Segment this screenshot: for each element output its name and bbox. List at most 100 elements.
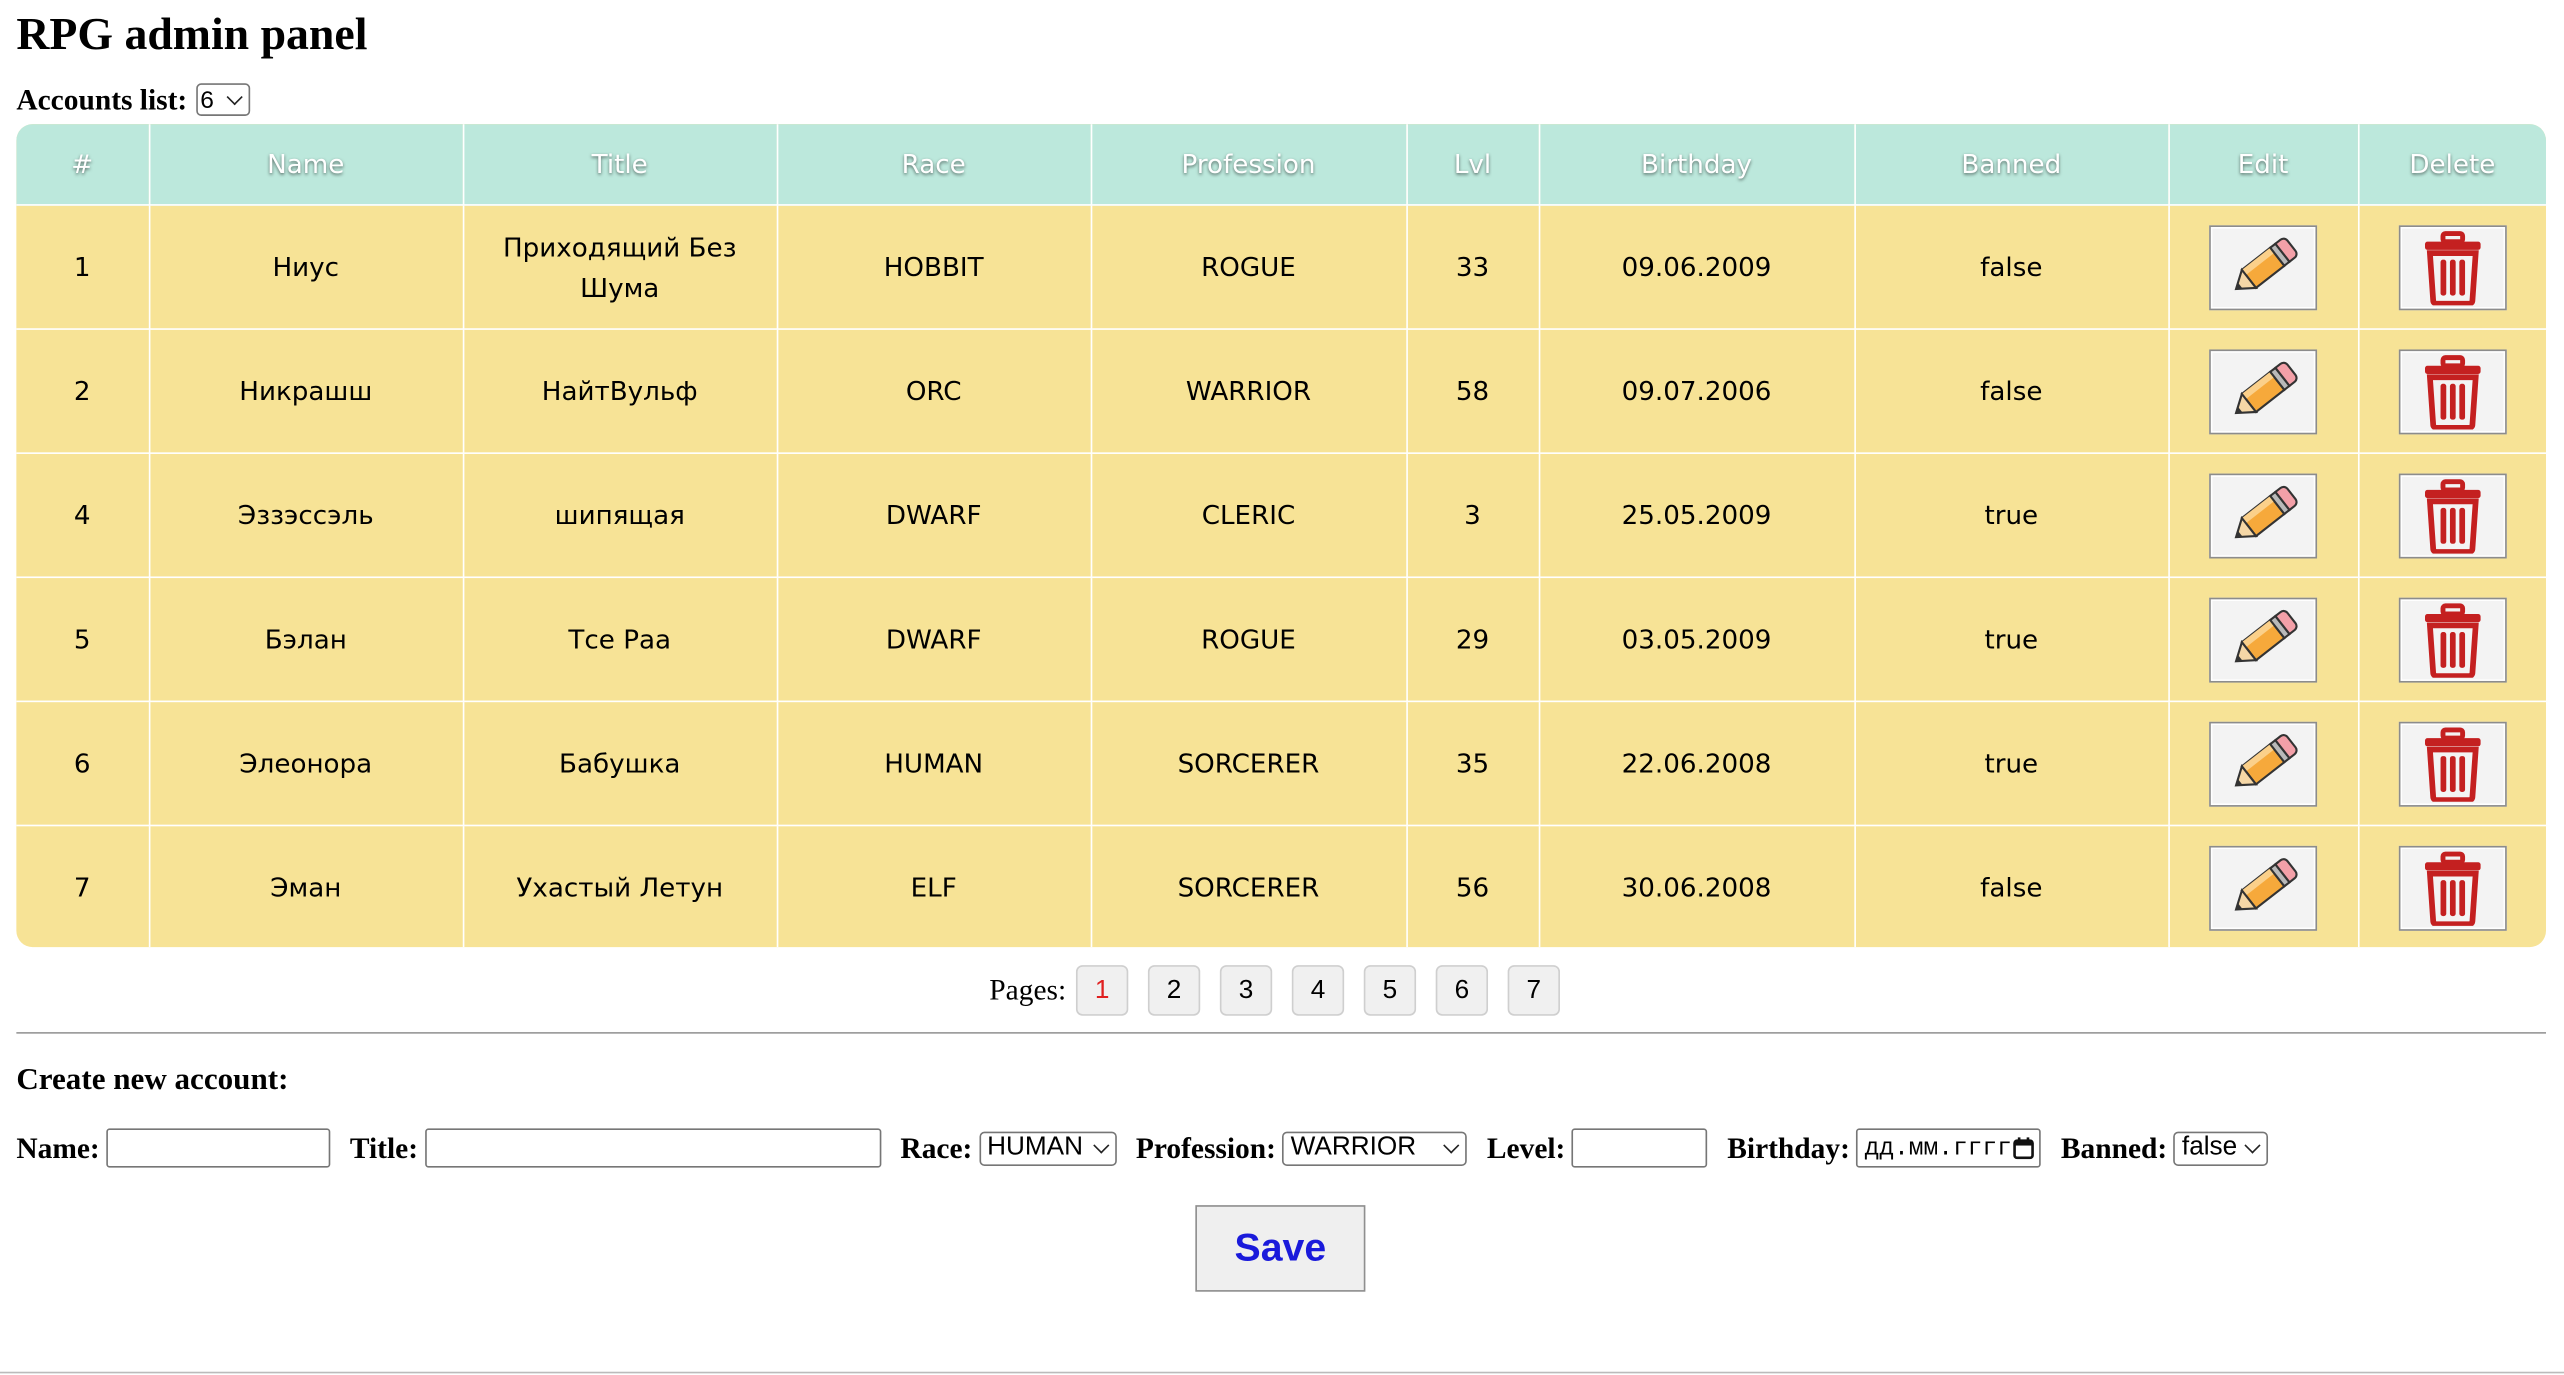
- page-button[interactable]: 2: [1147, 965, 1201, 1016]
- cell-delete: [2358, 825, 2546, 947]
- title-label: Title:: [349, 1130, 419, 1164]
- cell-race: DWARF: [776, 577, 1092, 703]
- cell-profession: ROGUE: [1090, 204, 1408, 330]
- column-header: Delete: [2357, 124, 2547, 206]
- trash-icon: [2424, 230, 2481, 305]
- cell-title: НайтВульф: [462, 329, 778, 454]
- pencil-icon: [2234, 857, 2298, 910]
- pencil-icon: [2234, 236, 2298, 290]
- chevron-down-icon: [1443, 1136, 1460, 1153]
- cell-birthday: 30.06.2008: [1538, 825, 1856, 948]
- level-input[interactable]: [1571, 1128, 1708, 1168]
- name-input[interactable]: [106, 1128, 331, 1168]
- page-title: RPG admin panel: [16, 9, 368, 61]
- cell-title: Ухастый Летун: [462, 825, 778, 948]
- trash-icon: [2424, 850, 2481, 926]
- trash-icon: [2424, 354, 2481, 429]
- table-body: 1 Ниус Приходящий Без Шума HOBBIT ROGUE 33 09.…: [16, 204, 2547, 948]
- trash-icon: [2424, 478, 2481, 553]
- profession-label: Profession:: [1135, 1130, 1276, 1164]
- page-button[interactable]: 4: [1291, 965, 1345, 1016]
- edit-button[interactable]: [2209, 472, 2318, 558]
- cell-profession: SORCERER: [1090, 701, 1408, 827]
- cell-name: Бэлан: [148, 577, 464, 703]
- cell-birthday: 03.05.2009: [1538, 577, 1856, 703]
- divider: [16, 1032, 2547, 1034]
- cell-edit: [2168, 453, 2359, 579]
- cell-banned: true: [1854, 577, 2170, 703]
- page-button[interactable]: 6: [1435, 965, 1489, 1016]
- column-header: Lvl: [1406, 124, 1540, 206]
- race-select[interactable]: HUMAN: [978, 1130, 1117, 1166]
- page-button[interactable]: 3: [1219, 965, 1273, 1016]
- cell-name: Эман: [148, 825, 464, 948]
- column-header: #: [16, 124, 150, 206]
- pencil-icon: [2234, 360, 2298, 414]
- cell-delete: [2357, 329, 2547, 454]
- cell-edit: [2168, 701, 2359, 827]
- title-input[interactable]: [424, 1128, 881, 1168]
- save-button[interactable]: Save: [1195, 1205, 1366, 1292]
- cell-banned: true: [1854, 453, 2170, 579]
- edit-button[interactable]: [2209, 720, 2318, 806]
- create-account-form: Name: Title: Race: HUMAN Profession: WAR…: [16, 1127, 2288, 1169]
- delete-button[interactable]: [2398, 348, 2507, 434]
- cell-race: ELF: [776, 825, 1092, 948]
- page-button[interactable]: 5: [1363, 965, 1417, 1016]
- banned-label: Banned:: [2060, 1130, 2168, 1164]
- calendar-icon[interactable]: [2013, 1137, 2035, 1160]
- cell-id: 2: [16, 329, 150, 454]
- cell-profession: WARRIOR: [1090, 329, 1408, 454]
- cell-delete: [2357, 701, 2547, 827]
- delete-button[interactable]: [2398, 224, 2507, 310]
- banned-select[interactable]: false: [2173, 1130, 2269, 1166]
- accounts-table: # Name Title Race Profession Lvl Birthday Banne…: [16, 124, 2547, 948]
- cell-birthday: 09.06.2009: [1538, 204, 1856, 330]
- column-header: Title: [462, 124, 778, 206]
- birthday-input[interactable]: дд.мм.гггг: [1856, 1128, 2042, 1168]
- chevron-down-icon: [226, 88, 243, 105]
- page: RPG admin panel Accounts list: 6 # Name Ti…: [0, 0, 2564, 1375]
- page-button[interactable]: 7: [1507, 965, 1560, 1016]
- edit-button[interactable]: [2209, 596, 2318, 682]
- cell-race: DWARF: [776, 453, 1092, 579]
- pencil-icon: [2234, 733, 2298, 786]
- column-header: Edit: [2168, 124, 2359, 206]
- column-header: Race: [776, 124, 1092, 206]
- table-row: 5 Бэлан Тсе Раа DWARF ROGUE 29 03.05.2009 true: [16, 577, 2547, 703]
- cell-race: ORC: [776, 329, 1092, 454]
- page-bottom-border: [0, 1371, 2564, 1374]
- accounts-list-label: Accounts list:: [16, 82, 188, 116]
- edit-button[interactable]: [2209, 224, 2318, 310]
- page-button[interactable]: 1: [1075, 965, 1129, 1016]
- cell-edit: [2168, 825, 2359, 948]
- table-row: 4 Эззэссэль шипящая DWARF CLERIC 3 25.05.2009 t…: [16, 453, 2547, 579]
- accounts-per-page-select[interactable]: 6: [195, 83, 250, 116]
- cell-level: 29: [1406, 577, 1540, 703]
- chevron-down-icon: [1092, 1136, 1109, 1153]
- edit-button[interactable]: [2209, 845, 2318, 930]
- cell-name: Элеонора: [148, 701, 464, 827]
- cell-race: HOBBIT: [776, 204, 1092, 330]
- cell-profession: CLERIC: [1090, 453, 1408, 579]
- profession-select-value: WARRIOR: [1290, 1133, 1417, 1162]
- cell-level: 58: [1406, 329, 1540, 454]
- level-label: Level:: [1486, 1130, 1566, 1164]
- delete-button[interactable]: [2398, 720, 2507, 806]
- cell-delete: [2357, 577, 2547, 703]
- create-account-heading: Create new account:: [16, 1063, 289, 1098]
- table-row: 1 Ниус Приходящий Без Шума HOBBIT ROGUE 33 09.…: [16, 204, 2547, 330]
- edit-button[interactable]: [2209, 348, 2318, 434]
- cell-level: 56: [1406, 825, 1540, 948]
- birthday-label: Birthday:: [1727, 1130, 1850, 1164]
- column-header: Name: [148, 124, 464, 206]
- race-label: Race:: [900, 1130, 973, 1164]
- table-header-row: # Name Title Race Profession Lvl Birthday Banne…: [16, 124, 2547, 206]
- delete-button[interactable]: [2398, 472, 2507, 558]
- column-header: Birthday: [1538, 124, 1856, 206]
- profession-select[interactable]: WARRIOR: [1282, 1130, 1468, 1166]
- delete-button[interactable]: [2398, 596, 2507, 682]
- delete-button[interactable]: [2398, 845, 2507, 930]
- birthday-placeholder: дд.мм.гггг: [1864, 1134, 2012, 1162]
- trash-icon: [2424, 726, 2481, 801]
